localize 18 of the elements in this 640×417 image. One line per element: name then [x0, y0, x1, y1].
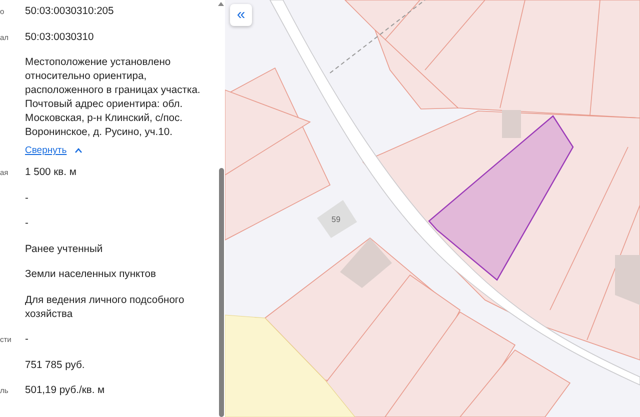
field-value: 50:03:0030310:205 — [25, 5, 115, 19]
field-value: - — [25, 333, 30, 347]
field-value: - — [25, 192, 30, 206]
scrollbar-thumb[interactable] — [218, 168, 224, 417]
field-value: Земли населенных пунктов — [25, 268, 157, 282]
caret-icon[interactable] — [74, 148, 82, 153]
house-number-label: 59 — [332, 215, 340, 224]
field-value: 50:03:0030310 — [25, 30, 95, 44]
scroll-up-icon[interactable] — [218, 2, 224, 6]
field-value: 1 500 кв. м — [25, 166, 78, 180]
field-value: Ранее учтенный — [25, 242, 104, 256]
field-value: 751 785 руб. — [25, 358, 86, 372]
field-value: 501,19 руб./кв. м — [25, 384, 106, 398]
collapse-panel-button[interactable]: « — [230, 4, 252, 26]
field-value: - — [25, 217, 30, 231]
collapse-link[interactable]: Свернуть — [25, 144, 67, 158]
address-text: Местоположение установлено относительно ориентира, расположенного в границах участка. Почтовый адрес ориентира: обл. Московская, р-н Клинский, с/пос. Воронинское, д. Русино, уч.10. — [25, 56, 202, 140]
field-value: Для ведения личного подсобного хозяйства — [25, 294, 186, 322]
